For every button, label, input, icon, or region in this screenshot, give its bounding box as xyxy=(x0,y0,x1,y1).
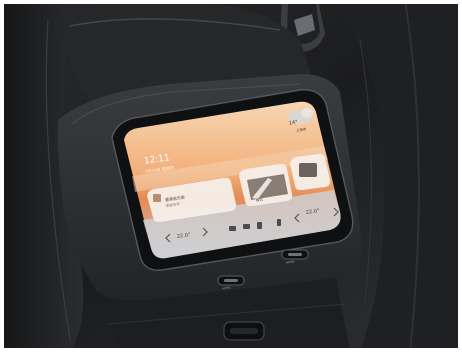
mode-label: 模式 xyxy=(255,197,264,203)
home-button-left-label: HOME xyxy=(221,285,231,291)
location: 上海市 xyxy=(295,127,307,133)
outdoor-temp: 14° xyxy=(288,119,299,127)
temp-left[interactable]: 22.0° xyxy=(177,232,191,240)
date: 3月14日 星期四 xyxy=(144,165,175,174)
temp-right[interactable]: 22.0° xyxy=(306,208,320,216)
media-artist: 歌曲名称 xyxy=(165,202,181,208)
home-button-right-label: HOME xyxy=(285,259,295,265)
media-title[interactable]: 香蕉音乐歌 xyxy=(165,195,186,203)
screen-ui: 12:11 3月14日 星期四 14° 上海市 香蕉音乐歌 歌曲名称 模式 22… xyxy=(0,0,462,352)
